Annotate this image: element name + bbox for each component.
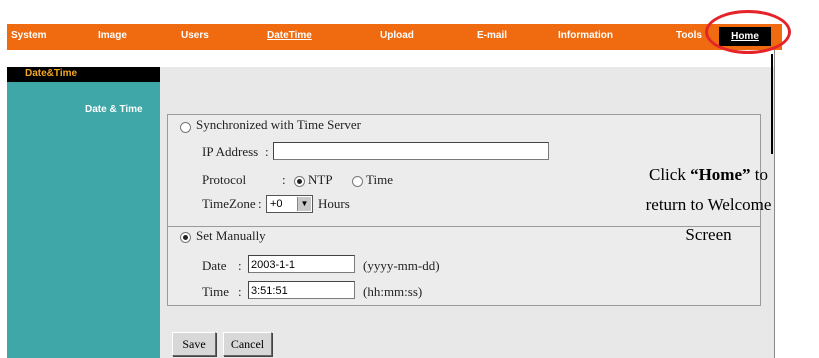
date-label: Date bbox=[202, 258, 227, 273]
nav-email[interactable]: E-mail bbox=[477, 30, 507, 41]
ip-address-input[interactable] bbox=[273, 142, 549, 160]
sidebar-header-label: Date&Time bbox=[25, 68, 78, 79]
date-input[interactable]: 2003-1-1 bbox=[248, 255, 355, 273]
timezone-colon: : bbox=[258, 196, 262, 211]
sidebar-header: Date&Time bbox=[7, 67, 160, 82]
callout-line bbox=[771, 54, 773, 154]
nav-users[interactable]: Users bbox=[181, 30, 209, 41]
nav-system[interactable]: System bbox=[11, 30, 47, 41]
callout-pre: Click bbox=[648, 165, 686, 184]
manual-label: Set Manually bbox=[196, 228, 266, 243]
protocol-label: Protocol bbox=[202, 172, 247, 187]
time-colon: : bbox=[238, 284, 242, 299]
manual-radio[interactable] bbox=[180, 232, 191, 243]
time-label: Time bbox=[202, 284, 229, 299]
protocol-ntp-radio[interactable] bbox=[294, 176, 305, 187]
nav-upload[interactable]: Upload bbox=[380, 30, 414, 41]
time-format-hint: (hh:mm:ss) bbox=[363, 284, 423, 299]
sync-label: Synchronized with Time Server bbox=[196, 117, 362, 132]
time-input[interactable]: 3:51:51 bbox=[248, 281, 355, 299]
nav-image[interactable]: Image bbox=[98, 30, 127, 41]
protocol-ntp-label: NTP bbox=[308, 172, 333, 187]
sync-radio[interactable] bbox=[180, 122, 191, 133]
callout-line-2: return to Welcome bbox=[645, 195, 772, 214]
ip-colon: : bbox=[265, 144, 269, 159]
ip-address-label: IP Address bbox=[202, 144, 259, 159]
date-format-hint: (yyyy-mm-dd) bbox=[363, 258, 440, 273]
chevron-down-icon[interactable]: ▼ bbox=[297, 197, 311, 211]
protocol-colon: : bbox=[282, 172, 286, 187]
save-button[interactable]: Save bbox=[172, 332, 216, 356]
callout-line-3: Screen bbox=[685, 225, 732, 244]
top-nav-bar: System Image Users DateTime Upload E-mai… bbox=[7, 24, 782, 50]
date-colon: : bbox=[238, 258, 242, 273]
timezone-label: TimeZone bbox=[202, 196, 256, 211]
timezone-select[interactable]: +0 ▼ bbox=[266, 195, 313, 213]
content-header-band bbox=[160, 67, 774, 82]
nav-tools[interactable]: Tools bbox=[676, 30, 702, 41]
cancel-button[interactable]: Cancel bbox=[223, 332, 272, 356]
protocol-time-radio[interactable] bbox=[352, 176, 363, 187]
callout-post: to bbox=[754, 165, 768, 184]
timezone-value: +0 bbox=[270, 198, 283, 210]
callout-bold: “Home” bbox=[690, 165, 751, 184]
nav-information[interactable]: Information bbox=[558, 30, 613, 41]
timezone-unit: Hours bbox=[318, 196, 350, 211]
callout-line-1: Click “Home” to bbox=[598, 160, 819, 190]
sidebar-section-label: Date & Time bbox=[85, 104, 143, 115]
nav-datetime[interactable]: DateTime bbox=[267, 30, 312, 41]
protocol-time-label: Time bbox=[366, 172, 393, 187]
callout-ring bbox=[705, 10, 791, 54]
callout-text: Click “Home” to return to Welcome Screen bbox=[598, 160, 819, 250]
